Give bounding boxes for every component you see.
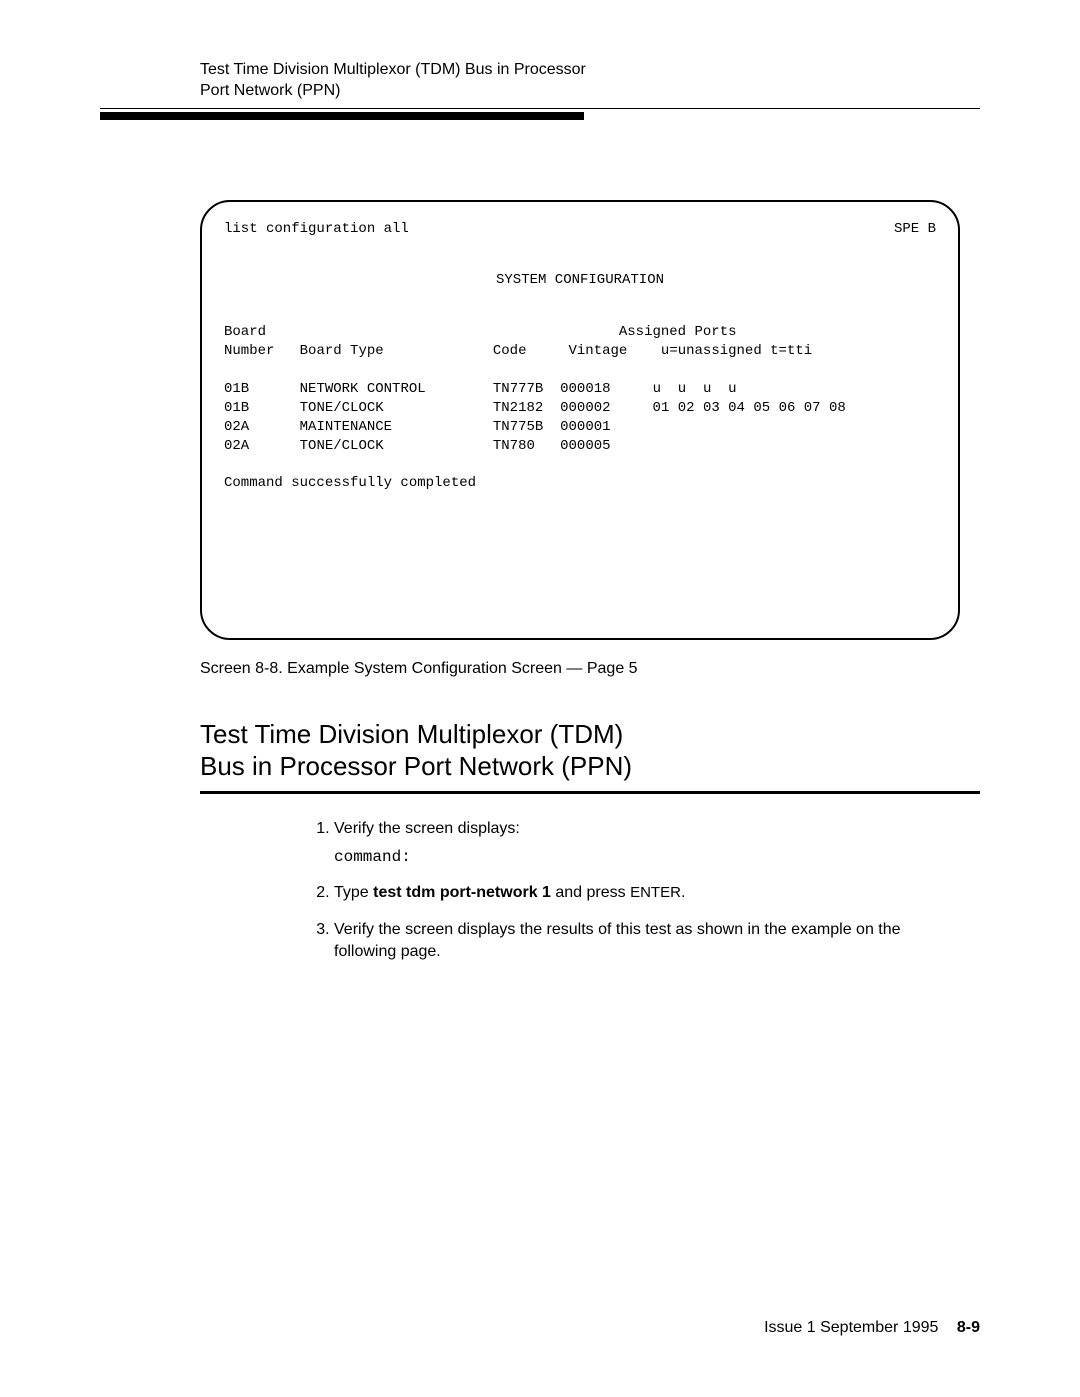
step-1-command: command:: [334, 846, 920, 868]
row1: 01B TONE/CLOCK TN2182 000002 01 02 03 04…: [224, 400, 846, 416]
hdr-assigned: Assigned Ports: [619, 324, 737, 340]
hdr-type: Board Type: [300, 343, 384, 359]
hdr-vintage: Vintage: [569, 343, 628, 359]
document-page: Test Time Division Multiplexor (TDM) Bus…: [0, 0, 1080, 1397]
hdr-board: Board: [224, 324, 266, 340]
hdr-code: Code: [493, 343, 527, 359]
header-rule: [100, 108, 980, 120]
row0: 01B NETWORK CONTROL TN777B 000018 u u u …: [224, 381, 737, 397]
running-header-line1: Test Time Division Multiplexor (TDM) Bus…: [200, 60, 980, 81]
step-2: Type test tdm port-network 1 and press E…: [334, 882, 920, 904]
page-footer: Issue 1 September 1995 8-9: [764, 1319, 980, 1337]
hdr-number: Number: [224, 343, 274, 359]
section-title: Test Time Division Multiplexor (TDM) Bus…: [200, 718, 980, 783]
running-header-line2: Port Network (PPN): [200, 81, 980, 102]
terminal-title: SYSTEM CONFIGURATION: [224, 271, 936, 290]
running-header: Test Time Division Multiplexor (TDM) Bus…: [200, 60, 980, 102]
terminal-status: Command successfully completed: [224, 475, 476, 491]
section-rule: [200, 791, 980, 794]
hdr-legend: u=unassigned t=tti: [661, 343, 812, 359]
row2: 02A MAINTENANCE TN775B 000001: [224, 419, 611, 435]
issue-date: Issue 1 September 1995: [764, 1319, 938, 1336]
page-number: 8-9: [957, 1319, 980, 1336]
section-title-line2: Bus in Processor Port Network (PPN): [200, 750, 980, 783]
section-title-line1: Test Time Division Multiplexor (TDM): [200, 718, 980, 751]
step-1: Verify the screen displays: command:: [334, 818, 920, 869]
step-list: Verify the screen displays: command: Typ…: [310, 818, 920, 964]
terminal-screen: list configuration all SPE B SYSTEM CONFI…: [200, 200, 960, 640]
step-3: Verify the screen displays the results o…: [334, 919, 920, 964]
figure-caption: Screen 8-8. Example System Configuration…: [200, 660, 980, 678]
terminal-spe: SPE B: [894, 220, 936, 239]
terminal-command: list configuration all: [224, 220, 409, 239]
row3: 02A TONE/CLOCK TN780 000005: [224, 438, 611, 454]
